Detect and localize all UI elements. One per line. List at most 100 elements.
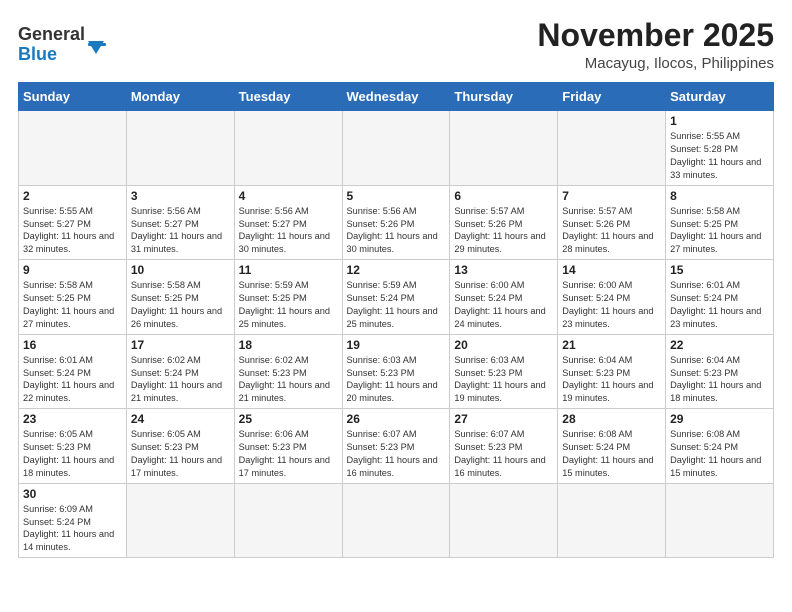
day-number: 12	[347, 263, 446, 277]
day-number: 5	[347, 189, 446, 203]
calendar-day-cell: 20 Sunrise: 6:03 AM Sunset: 5:23 PM Dayli…	[450, 334, 558, 409]
day-info: Sunrise: 6:01 AM Sunset: 5:24 PM Dayligh…	[670, 279, 769, 331]
day-info: Sunrise: 6:00 AM Sunset: 5:24 PM Dayligh…	[562, 279, 661, 331]
calendar-week-row: 9 Sunrise: 5:58 AM Sunset: 5:25 PM Daylig…	[19, 260, 774, 335]
day-number: 14	[562, 263, 661, 277]
calendar-day-cell: 22Sunrise: 6:04 AM Sunset: 5:23 PM Dayli…	[666, 334, 774, 409]
calendar-day-cell: 9Sunrise: 5:58 AM Sunset: 5:25 PM Daylig…	[19, 260, 127, 335]
day-info: Sunrise: 5:57 AM Sunset: 5:26 PM Dayligh…	[454, 205, 553, 257]
location-title: Macayug, Ilocos, Philippines	[537, 55, 774, 72]
day-info: Sunrise: 5:58 AM Sunset: 5:25 PM Dayligh…	[131, 279, 230, 331]
day-number: 24	[131, 412, 230, 426]
day-info: Sunrise: 6:07 AM Sunset: 5:23 PM Dayligh…	[454, 428, 553, 480]
day-info: Sunrise: 6:01 AM Sunset: 5:24 PM Dayligh…	[23, 354, 122, 406]
calendar-day-cell: 4 Sunrise: 5:56 AM Sunset: 5:27 PM Daylig…	[234, 185, 342, 260]
calendar-day-cell	[126, 111, 234, 186]
day-number: 16	[23, 338, 122, 352]
calendar-day-cell: 15 Sunrise: 6:01 AM Sunset: 5:24 PM Dayli…	[666, 260, 774, 335]
day-info: Sunrise: 6:07 AM Sunset: 5:23 PM Dayligh…	[347, 428, 446, 480]
calendar-day-cell: 18 Sunrise: 6:02 AM Sunset: 5:23 PM Dayli…	[234, 334, 342, 409]
day-info: Sunrise: 6:03 AM Sunset: 5:23 PM Dayligh…	[454, 354, 553, 406]
calendar-day-cell	[126, 483, 234, 558]
page: General Blue November 2025 Macayug, Iloc…	[0, 0, 792, 568]
weekday-header: Friday	[558, 83, 666, 111]
day-number: 21	[562, 338, 661, 352]
day-number: 25	[239, 412, 338, 426]
title-block: November 2025 Macayug, Ilocos, Philippin…	[537, 18, 774, 72]
day-info: Sunrise: 6:08 AM Sunset: 5:24 PM Dayligh…	[562, 428, 661, 480]
calendar-day-cell	[19, 111, 127, 186]
calendar-day-cell	[450, 483, 558, 558]
calendar-day-cell: 11Sunrise: 5:59 AM Sunset: 5:25 PM Dayli…	[234, 260, 342, 335]
day-info: Sunrise: 5:55 AM Sunset: 5:28 PM Dayligh…	[670, 130, 769, 182]
calendar-day-cell	[558, 111, 666, 186]
calendar-day-cell	[342, 111, 450, 186]
logo-icon: General Blue	[18, 18, 108, 66]
day-info: Sunrise: 6:02 AM Sunset: 5:24 PM Dayligh…	[131, 354, 230, 406]
calendar-day-cell: 27Sunrise: 6:07 AM Sunset: 5:23 PM Dayli…	[450, 409, 558, 484]
calendar-day-cell: 8 Sunrise: 5:58 AM Sunset: 5:25 PM Daylig…	[666, 185, 774, 260]
day-number: 19	[347, 338, 446, 352]
weekday-header: Saturday	[666, 83, 774, 111]
day-number: 30	[23, 487, 122, 501]
calendar-day-cell: 6 Sunrise: 5:57 AM Sunset: 5:26 PM Daylig…	[450, 185, 558, 260]
day-info: Sunrise: 6:05 AM Sunset: 5:23 PM Dayligh…	[131, 428, 230, 480]
day-number: 6	[454, 189, 553, 203]
day-number: 17	[131, 338, 230, 352]
calendar-day-cell: 23Sunrise: 6:05 AM Sunset: 5:23 PM Dayli…	[19, 409, 127, 484]
day-info: Sunrise: 6:08 AM Sunset: 5:24 PM Dayligh…	[670, 428, 769, 480]
calendar-day-cell	[450, 111, 558, 186]
calendar-day-cell: 7 Sunrise: 5:57 AM Sunset: 5:26 PM Daylig…	[558, 185, 666, 260]
day-info: Sunrise: 5:56 AM Sunset: 5:27 PM Dayligh…	[131, 205, 230, 257]
day-number: 4	[239, 189, 338, 203]
day-info: Sunrise: 6:03 AM Sunset: 5:23 PM Dayligh…	[347, 354, 446, 406]
calendar-day-cell: 14 Sunrise: 6:00 AM Sunset: 5:24 PM Dayli…	[558, 260, 666, 335]
day-info: Sunrise: 5:56 AM Sunset: 5:27 PM Dayligh…	[239, 205, 338, 257]
day-info: Sunrise: 6:04 AM Sunset: 5:23 PM Dayligh…	[670, 354, 769, 406]
calendar-day-cell: 21Sunrise: 6:04 AM Sunset: 5:23 PM Dayli…	[558, 334, 666, 409]
day-number: 10	[131, 263, 230, 277]
day-number: 29	[670, 412, 769, 426]
day-number: 9	[23, 263, 122, 277]
weekday-header: Wednesday	[342, 83, 450, 111]
calendar-day-cell: 12 Sunrise: 5:59 AM Sunset: 5:24 PM Dayli…	[342, 260, 450, 335]
day-number: 7	[562, 189, 661, 203]
day-info: Sunrise: 5:58 AM Sunset: 5:25 PM Dayligh…	[670, 205, 769, 257]
day-number: 3	[131, 189, 230, 203]
calendar-day-cell: 28 Sunrise: 6:08 AM Sunset: 5:24 PM Dayli…	[558, 409, 666, 484]
weekday-header: Thursday	[450, 83, 558, 111]
calendar-header-row: SundayMondayTuesdayWednesdayThursdayFrid…	[19, 83, 774, 111]
calendar-day-cell: 19 Sunrise: 6:03 AM Sunset: 5:23 PM Dayli…	[342, 334, 450, 409]
day-number: 26	[347, 412, 446, 426]
day-info: Sunrise: 6:06 AM Sunset: 5:23 PM Dayligh…	[239, 428, 338, 480]
day-info: Sunrise: 5:59 AM Sunset: 5:24 PM Dayligh…	[347, 279, 446, 331]
calendar-day-cell: 2Sunrise: 5:55 AM Sunset: 5:27 PM Daylig…	[19, 185, 127, 260]
day-number: 20	[454, 338, 553, 352]
calendar-day-cell: 29 Sunrise: 6:08 AM Sunset: 5:24 PM Dayli…	[666, 409, 774, 484]
weekday-header: Tuesday	[234, 83, 342, 111]
calendar-week-row: 1Sunrise: 5:55 AM Sunset: 5:28 PM Daylig…	[19, 111, 774, 186]
calendar-week-row: 30Sunrise: 6:09 AM Sunset: 5:24 PM Dayli…	[19, 483, 774, 558]
day-number: 15	[670, 263, 769, 277]
calendar-day-cell: 10 Sunrise: 5:58 AM Sunset: 5:25 PM Dayli…	[126, 260, 234, 335]
calendar-day-cell: 16 Sunrise: 6:01 AM Sunset: 5:24 PM Dayli…	[19, 334, 127, 409]
weekday-header: Sunday	[19, 83, 127, 111]
day-number: 8	[670, 189, 769, 203]
day-number: 2	[23, 189, 122, 203]
day-info: Sunrise: 5:59 AM Sunset: 5:25 PM Dayligh…	[239, 279, 338, 331]
calendar-day-cell	[234, 111, 342, 186]
calendar-day-cell: 17 Sunrise: 6:02 AM Sunset: 5:24 PM Dayli…	[126, 334, 234, 409]
svg-text:Blue: Blue	[18, 44, 57, 64]
calendar-day-cell: 26 Sunrise: 6:07 AM Sunset: 5:23 PM Dayli…	[342, 409, 450, 484]
day-number: 23	[23, 412, 122, 426]
calendar-day-cell: 24 Sunrise: 6:05 AM Sunset: 5:23 PM Dayli…	[126, 409, 234, 484]
day-number: 13	[454, 263, 553, 277]
day-info: Sunrise: 6:02 AM Sunset: 5:23 PM Dayligh…	[239, 354, 338, 406]
calendar-day-cell	[342, 483, 450, 558]
month-title: November 2025	[537, 18, 774, 53]
day-number: 18	[239, 338, 338, 352]
calendar-day-cell	[558, 483, 666, 558]
calendar-day-cell: 5Sunrise: 5:56 AM Sunset: 5:26 PM Daylig…	[342, 185, 450, 260]
day-number: 28	[562, 412, 661, 426]
day-info: Sunrise: 5:57 AM Sunset: 5:26 PM Dayligh…	[562, 205, 661, 257]
